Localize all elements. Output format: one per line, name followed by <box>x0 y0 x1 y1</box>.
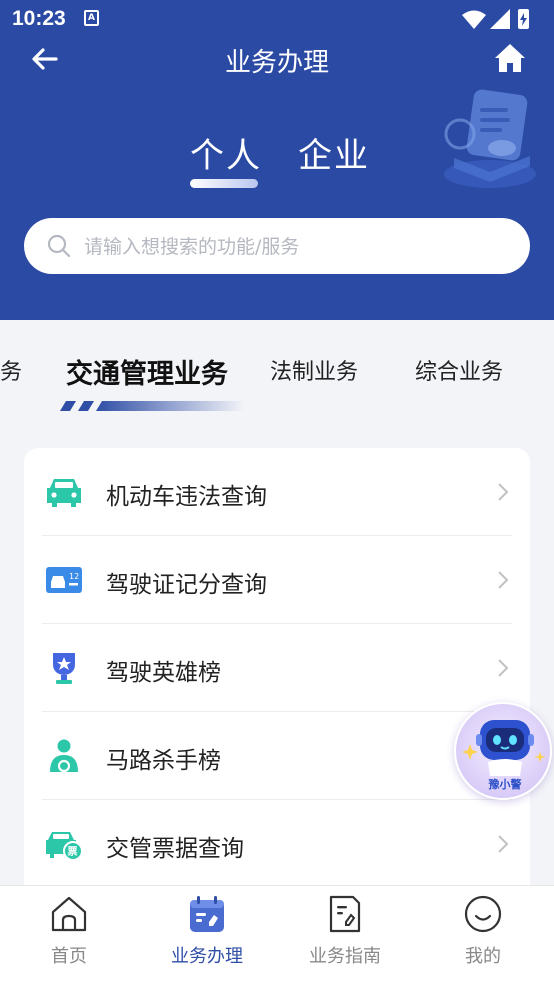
chevron-right-icon <box>498 483 509 501</box>
tab-category-partial[interactable]: 业务 <box>0 354 22 386</box>
category-tabs: 业务 交通管理业务 法制业务 综合业务 <box>0 320 554 430</box>
tab-comprehensive[interactable]: 综合业务 <box>415 354 503 386</box>
chevron-right-icon <box>498 659 509 677</box>
tab-business-guide[interactable]: 业务指南 <box>276 886 414 984</box>
tab-legal[interactable]: 法制业务 <box>270 354 358 386</box>
status-time: 10:23 <box>12 7 66 30</box>
car-ticket-icon: 票 <box>46 832 83 861</box>
car-icon <box>47 479 81 507</box>
search-icon <box>47 234 71 258</box>
trophy-icon <box>53 653 75 684</box>
page-title: 业务办理 <box>224 48 329 78</box>
tab-label: 我的 <box>465 946 501 967</box>
home-icon[interactable] <box>492 40 528 76</box>
tab-label: 首页 <box>51 946 87 967</box>
driver-person-icon <box>50 739 78 773</box>
home-outline-icon <box>51 896 87 932</box>
chevron-right-icon <box>498 571 509 589</box>
svg-text:票: 票 <box>68 846 78 858</box>
business-handling-icon <box>190 896 224 932</box>
tab-enterprise[interactable]: 企业 <box>298 128 370 177</box>
wifi-icon <box>462 10 486 29</box>
license-card-icon: 12 <box>46 567 82 593</box>
tab-business-handling[interactable]: 业务办理 <box>138 886 276 984</box>
segment-tabs: 个人 企业 <box>0 128 554 192</box>
item-label: 交管票据查询 <box>106 836 244 862</box>
segment-indicator <box>190 179 258 188</box>
bottom-tab-bar: 首页 业务办理 业务指南 我的 <box>0 885 554 984</box>
search-input[interactable]: 请输入想搜索的功能/服务 <box>24 218 530 274</box>
list-item-vehicle-violation[interactable]: 机动车违法查询 <box>24 448 530 536</box>
item-label: 马路杀手榜 <box>106 748 221 774</box>
assistant-robot-button[interactable]: 豫小警 <box>454 702 552 800</box>
nav-bar: 业务办理 <box>0 38 554 78</box>
svg-text:12: 12 <box>69 572 79 581</box>
list-item-license-points[interactable]: 12 驾驶证记分查询 <box>24 536 530 624</box>
item-label: 驾驶证记分查询 <box>106 572 267 598</box>
tab-mine[interactable]: 我的 <box>414 886 552 984</box>
list-item-traffic-receipt[interactable]: 票 交管票据查询 <box>24 800 530 888</box>
chevron-right-icon <box>498 835 509 853</box>
service-list: 机动车违法查询 12 驾驶证记分查询 驾驶英雄榜 马路杀手榜 票 交管票据查询 <box>24 448 530 908</box>
assistant-label: 豫小警 <box>488 778 522 791</box>
notification-badge-icon: A <box>84 10 99 26</box>
signal-icon <box>490 9 510 29</box>
tab-label: 业务指南 <box>309 946 381 967</box>
status-bar: 10:23 A <box>0 0 554 38</box>
item-label: 驾驶英雄榜 <box>106 660 221 686</box>
guide-document-icon <box>329 895 361 933</box>
tab-label: 业务办理 <box>171 946 243 967</box>
header: 10:23 A 业务办理 个人 企业 请输入想搜索的功能/服务 <box>0 0 554 320</box>
tab-personal[interactable]: 个人 <box>190 128 262 177</box>
status-icons <box>462 9 529 29</box>
tab-traffic-management[interactable]: 交通管理业务 <box>66 352 228 391</box>
item-label: 机动车违法查询 <box>106 484 267 510</box>
tab-home[interactable]: 首页 <box>0 886 138 984</box>
category-indicator <box>60 401 244 411</box>
list-item-driving-heroes[interactable]: 驾驶英雄榜 <box>24 624 530 712</box>
search-placeholder: 请输入想搜索的功能/服务 <box>84 236 300 258</box>
smiley-profile-icon <box>464 895 502 933</box>
